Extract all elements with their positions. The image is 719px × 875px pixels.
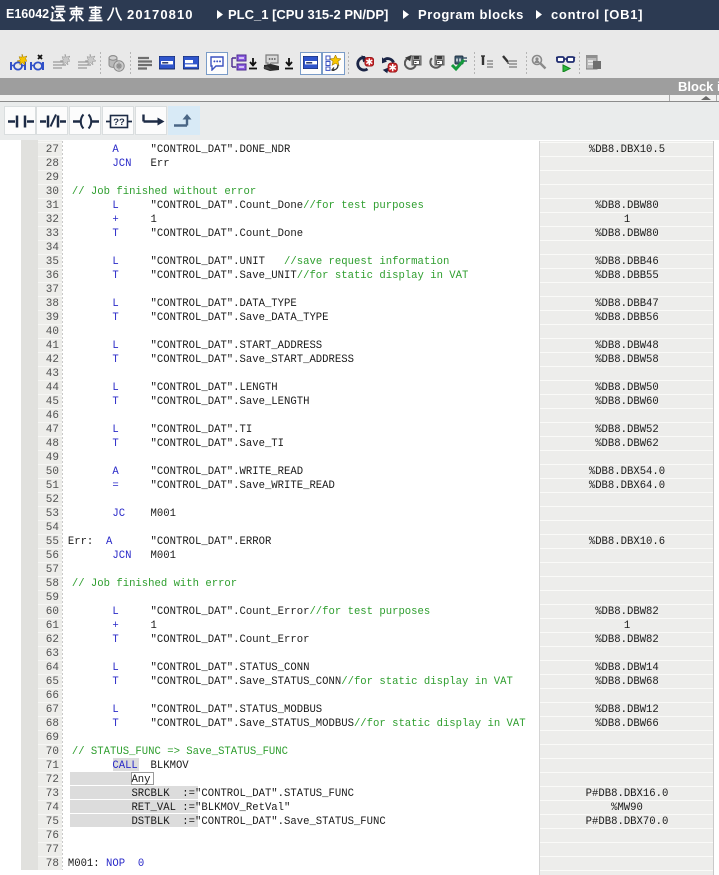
svg-text:??: ?? xyxy=(113,117,125,128)
